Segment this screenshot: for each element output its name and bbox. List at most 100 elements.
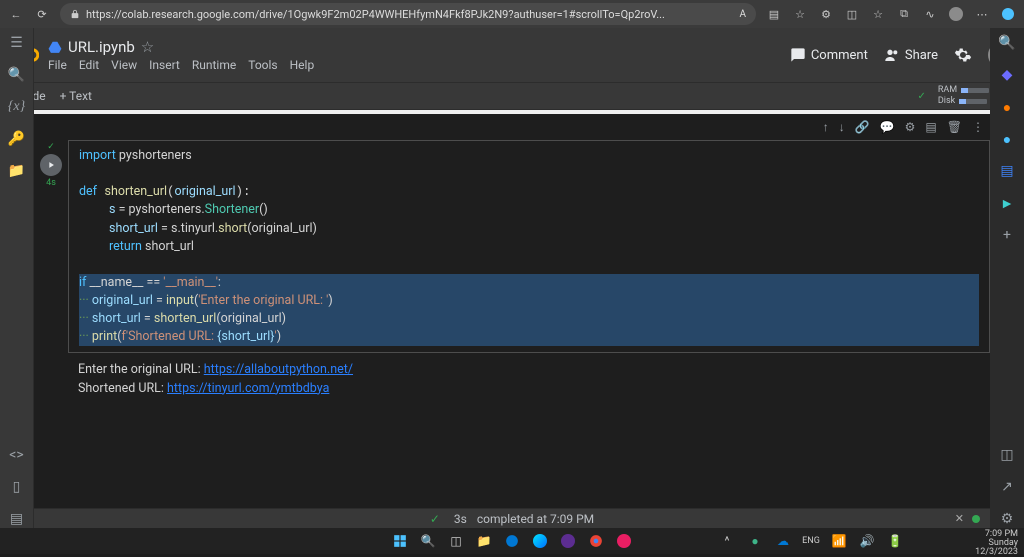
- task-chrome-icon[interactable]: [587, 532, 605, 550]
- terminal-icon[interactable]: ▯: [8, 478, 26, 496]
- run-button[interactable]: [40, 154, 62, 176]
- share-button[interactable]: Share: [884, 47, 938, 63]
- comment-button[interactable]: Comment: [790, 47, 868, 63]
- extensions-icon[interactable]: ⚙: [818, 6, 834, 22]
- exec-duration: 4s: [46, 178, 56, 188]
- edge-search-icon[interactable]: 🔍: [998, 34, 1016, 52]
- collections-split-icon[interactable]: ◫: [844, 6, 860, 22]
- mirror-icon[interactable]: ▤: [925, 120, 936, 134]
- task-edge-icon[interactable]: [503, 532, 521, 550]
- variables-icon[interactable]: {x}: [8, 98, 26, 116]
- menu-help[interactable]: Help: [290, 58, 315, 72]
- more-icon[interactable]: ⋯: [974, 6, 990, 22]
- edge-sidebar: 🔍 ◆ ● ● ▤ ► + ◫ ↗ ⚙: [990, 28, 1024, 528]
- status-check-icon: [430, 512, 444, 526]
- performance-icon[interactable]: ∿: [922, 6, 938, 22]
- settings-icon[interactable]: [954, 46, 972, 64]
- edge-add-icon[interactable]: +: [998, 226, 1016, 244]
- search-icon[interactable]: 🔍: [8, 66, 26, 84]
- tray-chevron-icon[interactable]: ^: [718, 532, 736, 550]
- toc-icon[interactable]: ☰: [8, 34, 26, 52]
- start-icon[interactable]: [391, 532, 409, 550]
- ram-disk-indicator[interactable]: RAM Disk: [938, 86, 989, 106]
- exec-check-icon: ✓: [47, 142, 55, 152]
- tray-onedrive-icon[interactable]: ☁: [774, 532, 792, 550]
- task-app2-icon[interactable]: [559, 532, 577, 550]
- cell-gutter: ✓ 4s: [34, 140, 68, 353]
- task-taskview-icon[interactable]: ◫: [447, 532, 465, 550]
- menu-view[interactable]: View: [111, 58, 137, 72]
- copilot-icon[interactable]: [1000, 6, 1016, 22]
- menu-tools[interactable]: Tools: [248, 58, 277, 72]
- edge-tool5-icon[interactable]: ►: [998, 194, 1016, 212]
- menu-insert[interactable]: Insert: [149, 58, 180, 72]
- menu-file[interactable]: File: [48, 58, 67, 72]
- drive-icon: [48, 40, 62, 54]
- title-area: URL.ipynb ☆ File Edit View Insert Runtim…: [48, 38, 314, 72]
- status-message: completed at 7:09 PM: [477, 512, 594, 526]
- connect-check-icon: [917, 91, 929, 102]
- task-app1-icon[interactable]: [531, 532, 549, 550]
- status-bar: 3s completed at 7:09 PM ✕: [34, 508, 990, 528]
- address-bar[interactable]: https://colab.research.google.com/drive/…: [60, 3, 756, 25]
- code-editor[interactable]: import pyshorteners def shorten_url(orig…: [68, 140, 990, 353]
- link-icon[interactable]: 🔗: [855, 120, 870, 134]
- tab-actions-icon[interactable]: ▤: [766, 6, 782, 22]
- move-up-icon[interactable]: ↑: [823, 120, 829, 134]
- favorite-icon[interactable]: ☆: [792, 6, 808, 22]
- menu-runtime[interactable]: Runtime: [192, 58, 236, 72]
- insert-toolbar: + Code + Text RAM Disk ▾ ˄: [0, 82, 1024, 110]
- shortened-url-link[interactable]: https://tinyurl.com/ymtbdbya: [167, 381, 329, 396]
- command-palette-icon[interactable]: ▤: [8, 510, 26, 528]
- status-close-icon[interactable]: ✕: [955, 512, 964, 525]
- output-cell: Enter the original URL: https://allabout…: [34, 355, 990, 403]
- collections-icon[interactable]: ⧉: [896, 6, 912, 22]
- main-area: ↑ ↓ 🔗 💬 ⚙ ▤ 🗑 ⋮ ✓ 4s import pyshorteners…: [34, 110, 990, 508]
- status-seconds: 3s: [454, 512, 467, 526]
- task-app3-icon[interactable]: [615, 532, 633, 550]
- notebook-title[interactable]: URL.ipynb: [68, 38, 135, 56]
- edge-panel-icon[interactable]: ◫: [998, 446, 1016, 464]
- prev-cell-edge: [34, 110, 990, 114]
- task-explorer-icon[interactable]: 📁: [475, 532, 493, 550]
- edge-tool4-icon[interactable]: ▤: [998, 162, 1016, 180]
- code-cell: ✓ 4s import pyshorteners def shorten_url…: [34, 140, 990, 353]
- move-down-icon[interactable]: ↓: [839, 120, 845, 134]
- secrets-icon[interactable]: 🔑: [8, 130, 26, 148]
- code-snippets-icon[interactable]: <>: [8, 446, 26, 464]
- refresh-icon[interactable]: ⟳: [34, 6, 50, 22]
- menu-edit[interactable]: Edit: [79, 58, 99, 72]
- edge-settings-icon[interactable]: ⚙: [998, 510, 1016, 528]
- task-search-icon[interactable]: 🔍: [419, 532, 437, 550]
- left-rail: ☰ 🔍 {x} 🔑 📁 <> ▯ ▤: [0, 28, 34, 528]
- cell-settings-icon[interactable]: ⚙: [905, 120, 916, 134]
- edge-tool3-icon[interactable]: ●: [998, 130, 1016, 148]
- add-text-button[interactable]: + Text: [60, 89, 92, 103]
- tray-app1-icon[interactable]: ●: [746, 532, 764, 550]
- favorites-icon[interactable]: ☆: [870, 6, 886, 22]
- comment-cell-icon[interactable]: 💬: [880, 120, 895, 134]
- edge-popout-icon[interactable]: ↗: [998, 478, 1016, 496]
- cell-more-icon[interactable]: ⋮: [972, 120, 984, 134]
- star-icon[interactable]: ☆: [141, 38, 154, 56]
- taskbar-clock[interactable]: 7:09 PM Sunday 12/3/2023: [975, 530, 1018, 557]
- tray-battery-icon[interactable]: 🔋: [886, 532, 904, 550]
- cell-output: Enter the original URL: https://allabout…: [68, 355, 990, 403]
- url-text: https://colab.research.google.com/drive/…: [86, 8, 733, 21]
- output-gutter: [34, 355, 68, 403]
- header-actions: Comment Share: [790, 42, 1014, 68]
- edge-tool2-icon[interactable]: ●: [998, 98, 1016, 116]
- edge-tool1-icon[interactable]: ◆: [998, 66, 1016, 84]
- cell-toolbar: ↑ ↓ 🔗 💬 ⚙ ▤ 🗑 ⋮: [34, 116, 990, 138]
- input-url-link[interactable]: https://allaboutpython.net/: [204, 362, 353, 377]
- lock-icon: [70, 9, 80, 19]
- read-aloud-icon[interactable]: A: [739, 9, 746, 20]
- files-icon[interactable]: 📁: [8, 162, 26, 180]
- back-icon[interactable]: ←: [8, 6, 24, 22]
- tray-wifi-icon[interactable]: 📶: [830, 532, 848, 550]
- tray-volume-icon[interactable]: 🔊: [858, 532, 876, 550]
- profile-icon[interactable]: [948, 6, 964, 22]
- colab-header: URL.ipynb ☆ File Edit View Insert Runtim…: [0, 28, 1024, 82]
- delete-icon[interactable]: 🗑: [947, 120, 962, 134]
- tray-lang-icon[interactable]: ENG: [802, 532, 820, 550]
